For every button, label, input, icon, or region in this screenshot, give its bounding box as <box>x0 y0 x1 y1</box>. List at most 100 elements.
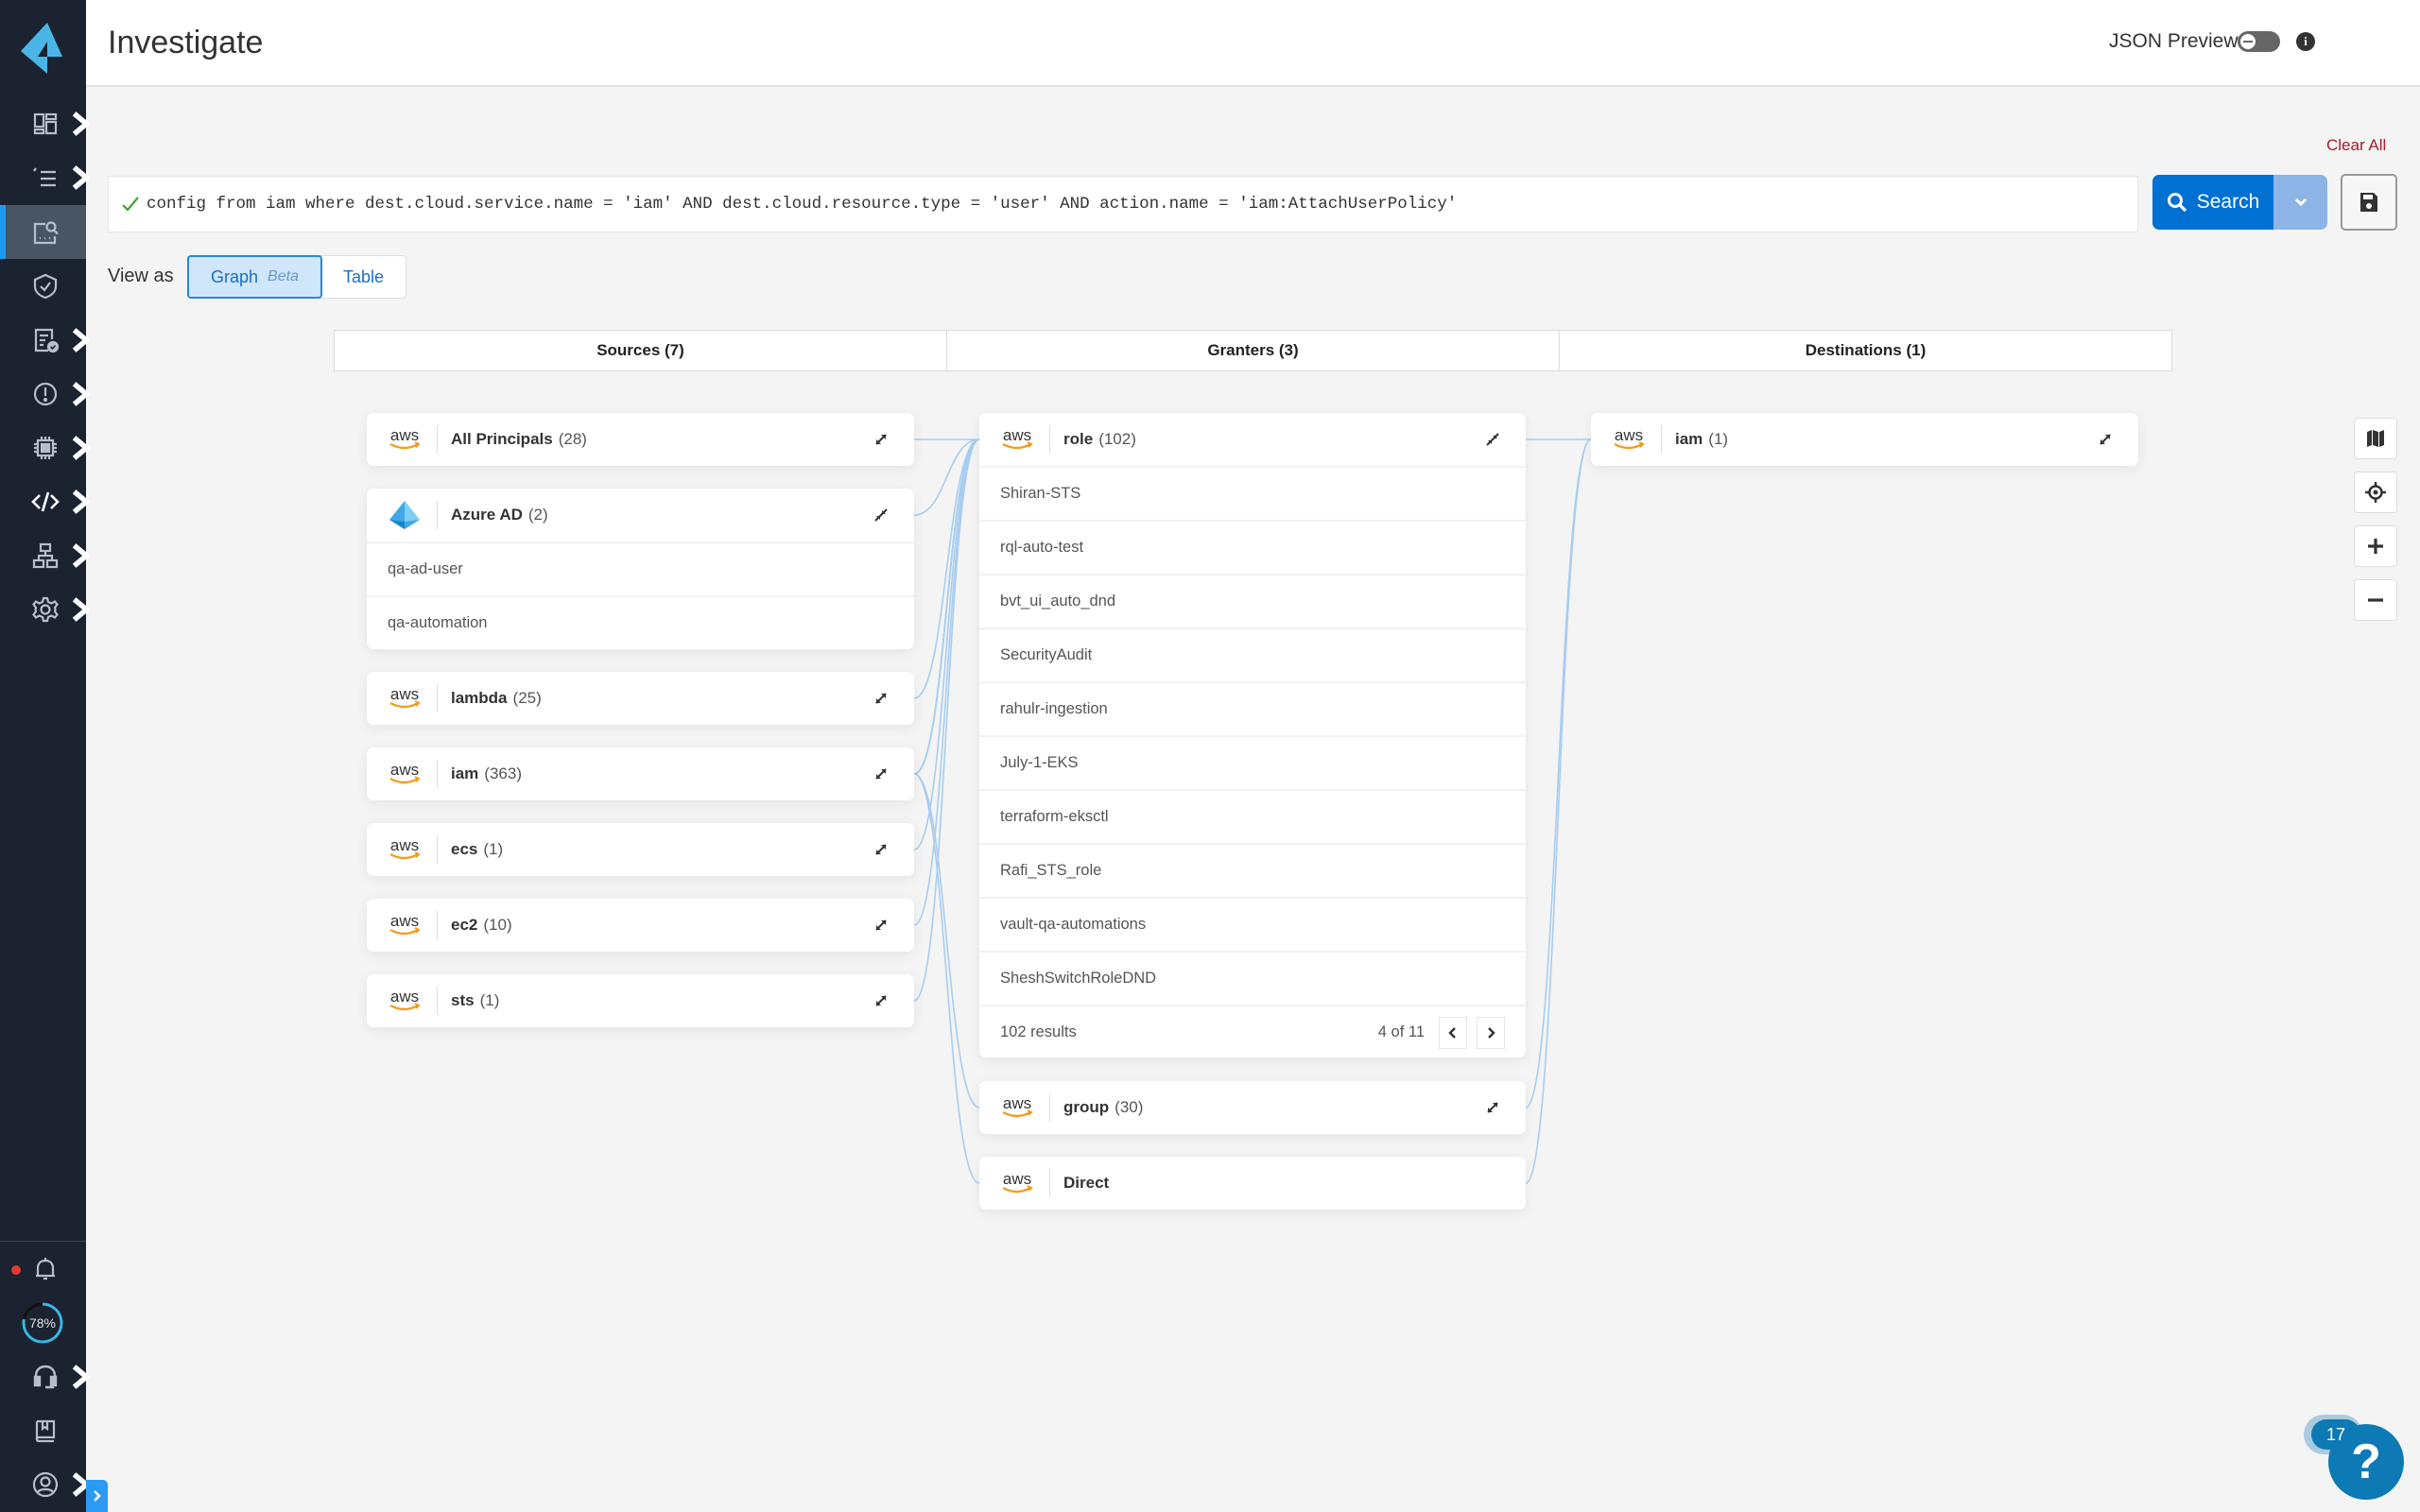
chevron-right-icon <box>72 435 91 460</box>
sidebar-item-investigate[interactable] <box>0 205 86 259</box>
expand-icon[interactable] <box>873 992 890 1009</box>
node-count: (28) <box>558 430 587 448</box>
node-list-item[interactable]: vault-qa-automations <box>979 897 1526 951</box>
investigate-icon <box>33 220 59 244</box>
node-list-item[interactable]: SecurityAudit <box>979 627 1526 681</box>
header-separator <box>437 835 438 864</box>
node-list-item[interactable]: bvt_ui_auto_dnd <box>979 574 1526 627</box>
node-list-item[interactable]: Rafi_STS_role <box>979 843 1526 897</box>
expand-icon[interactable] <box>873 765 890 782</box>
graph-node-iam[interactable]: aws iam (363) <box>367 747 914 800</box>
expand-icon[interactable] <box>2097 431 2114 448</box>
prisma-logo[interactable] <box>17 21 66 76</box>
query-text: config from iam where dest.cloud.service… <box>147 195 1458 214</box>
graph-node-role[interactable]: aws role (102) Shiran-STS rql-auto-test bvt_u… <box>979 413 1526 1057</box>
info-icon[interactable]: i <box>2296 32 2315 51</box>
node-list-item[interactable]: rahulr-ingestion <box>979 681 1526 735</box>
node-list-item[interactable]: qa-ad-user <box>367 541 914 595</box>
search-button-label: Search <box>2196 191 2260 213</box>
graph-node-azure-ad[interactable]: Azure AD (2) qa-ad-user qa-automation <box>367 489 914 649</box>
sidebar-item-dashboard[interactable] <box>0 96 91 150</box>
sidebar-item-docs[interactable] <box>0 1403 86 1457</box>
sidebar-item-network[interactable] <box>0 528 91 582</box>
bell-icon <box>35 1257 55 1280</box>
graph-node-direct[interactable]: aws Direct <box>979 1157 1526 1210</box>
node-list-item[interactable]: SheshSwitchRoleDND <box>979 951 1526 1005</box>
node-header[interactable]: Azure AD (2) <box>367 489 914 541</box>
node-header[interactable]: aws iam (363) <box>367 747 914 800</box>
sidebar-item-settings[interactable] <box>0 582 91 636</box>
graph-node-ecs[interactable]: aws ecs (1) <box>367 823 914 876</box>
edge-source-to-role <box>913 438 980 1002</box>
zoom-in-button[interactable] <box>2354 525 2397 567</box>
chevron-right-icon <box>72 164 91 190</box>
chevron-right-icon <box>72 327 91 352</box>
expand-sidebar-button[interactable] <box>86 1480 108 1512</box>
node-header[interactable]: aws lambda (25) <box>367 672 914 725</box>
expand-icon[interactable] <box>873 917 890 934</box>
node-pagination: 102 results 4 of 11 <box>979 1005 1526 1057</box>
graph-node-ec2[interactable]: aws ec2 (10) <box>367 899 914 952</box>
node-list-item[interactable]: July-1-EKS <box>979 735 1526 789</box>
expand-icon[interactable] <box>873 841 890 858</box>
recenter-button[interactable] <box>2354 472 2397 513</box>
expand-icon[interactable] <box>873 690 890 707</box>
collapse-icon[interactable] <box>873 507 890 524</box>
node-header[interactable]: aws ecs (1) <box>367 823 914 876</box>
node-list-item[interactable]: qa-automation <box>367 595 914 649</box>
expand-icon[interactable] <box>873 431 890 448</box>
node-header[interactable]: aws All Principals (28) <box>367 413 914 466</box>
view-table-option[interactable]: Table <box>321 256 406 298</box>
search-options-dropdown[interactable] <box>2273 175 2327 230</box>
prev-page-button[interactable] <box>1439 1017 1467 1049</box>
header-separator <box>1049 425 1050 454</box>
json-preview-toggle[interactable] <box>2238 31 2280 52</box>
node-header[interactable]: aws iam (1) <box>1591 413 2138 466</box>
svg-text:aws: aws <box>1003 1170 1031 1188</box>
node-name: ecs <box>451 840 478 858</box>
node-count: (30) <box>1115 1098 1144 1116</box>
query-input[interactable]: config from iam where dest.cloud.service… <box>108 176 2138 232</box>
graph-node-all-principals[interactable]: aws All Principals (28) <box>367 413 914 466</box>
node-header[interactable]: aws sts (1) <box>367 974 914 1027</box>
graph-node-lambda[interactable]: aws lambda (25) <box>367 672 914 725</box>
sidebar-item-support[interactable] <box>0 1349 91 1403</box>
aws-logo-icon: aws <box>389 426 421 450</box>
search-button[interactable]: Search <box>2152 175 2273 230</box>
header-separator <box>1049 1169 1050 1197</box>
view-graph-option[interactable]: Graph Beta <box>187 255 322 299</box>
save-query-button[interactable] <box>2341 174 2397 231</box>
sidebar-item-compliance[interactable] <box>0 313 91 367</box>
graph-node-group[interactable]: aws group (30) <box>979 1081 1526 1134</box>
node-header[interactable]: aws group (30) <box>979 1081 1526 1134</box>
sidebar-item-compute[interactable] <box>0 259 86 313</box>
graph-column-headers: Sources (7) Granters (3) Destinations (1… <box>334 330 2172 371</box>
graph-node-iam[interactable]: aws iam (1) <box>1591 413 2138 466</box>
minimap-button[interactable] <box>2354 418 2397 459</box>
node-count: (102) <box>1098 430 1136 448</box>
sidebar-item-compute-chip[interactable] <box>0 421 91 474</box>
view-table-label: Table <box>342 266 384 286</box>
node-header[interactable]: aws role (102) <box>979 413 1526 466</box>
edge-granter-to-destination <box>1525 438 1592 1108</box>
header-separator <box>437 987 438 1015</box>
collapse-icon[interactable] <box>1484 431 1501 448</box>
graph-node-sts[interactable]: aws sts (1) <box>367 974 914 1027</box>
node-list-item[interactable]: Shiran-STS <box>979 466 1526 520</box>
sidebar-item-profile[interactable] <box>0 1457 91 1511</box>
node-list-item[interactable]: rql-auto-test <box>979 520 1526 574</box>
node-list-item[interactable]: terraform-eksctl <box>979 789 1526 843</box>
next-page-button[interactable] <box>1477 1017 1505 1049</box>
node-header[interactable]: aws Direct <box>979 1157 1526 1210</box>
node-header[interactable]: aws ec2 (10) <box>367 899 914 952</box>
sidebar-item-alerts[interactable] <box>0 367 91 421</box>
expand-icon[interactable] <box>1484 1099 1501 1116</box>
clear-all-link[interactable]: Clear All <box>2326 136 2386 155</box>
gear-icon <box>31 596 59 622</box>
zoom-out-button[interactable] <box>2354 579 2397 621</box>
sidebar-item-notifications[interactable] <box>0 1242 86 1296</box>
aws-logo-icon: aws <box>1002 426 1033 450</box>
sidebar-item-code[interactable] <box>0 474 91 528</box>
view-as-label: View as <box>108 266 174 286</box>
sidebar-item-list[interactable] <box>0 150 91 204</box>
